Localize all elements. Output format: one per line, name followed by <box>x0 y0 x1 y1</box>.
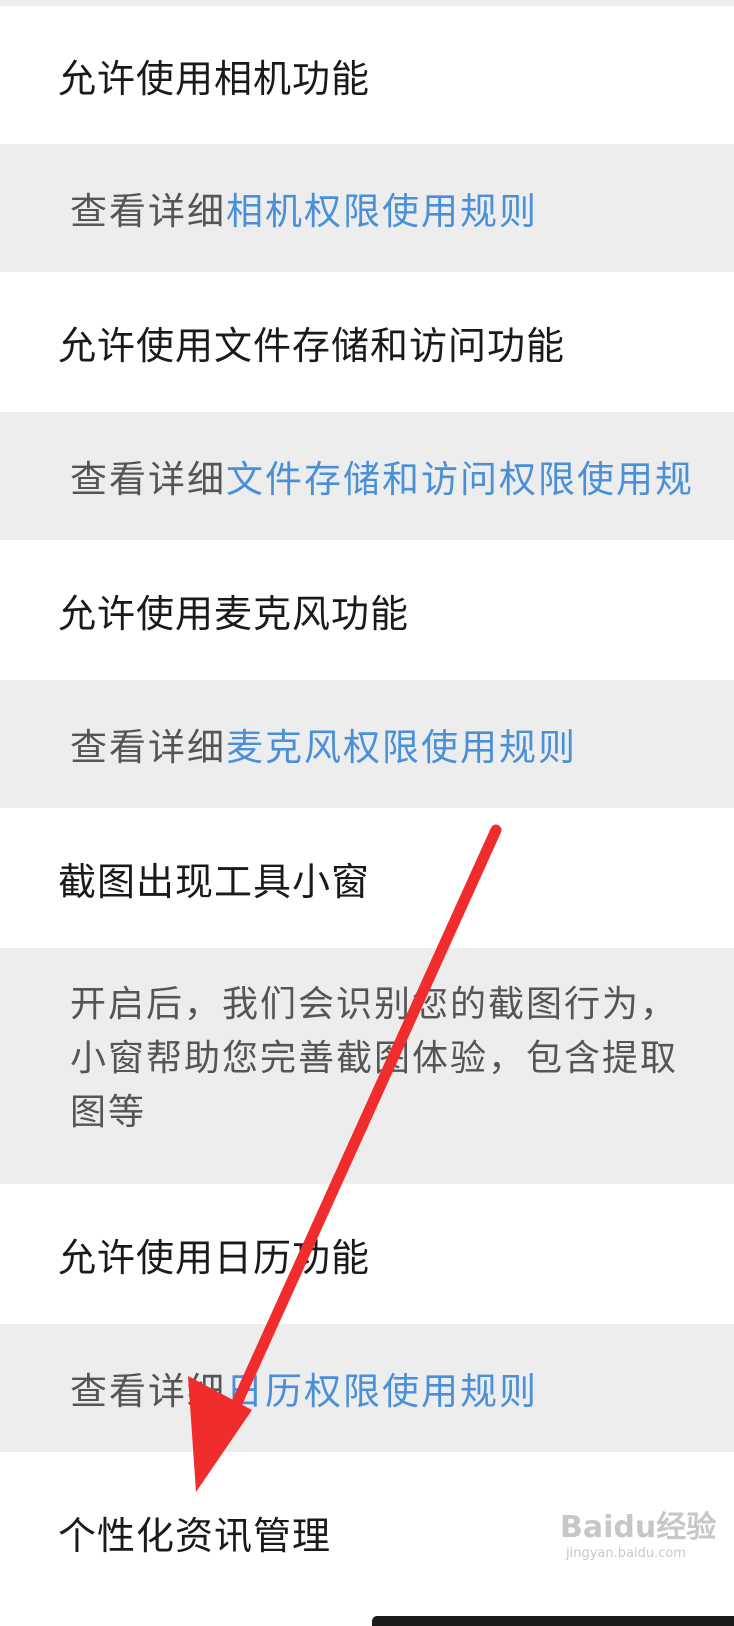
description-prefix: 查看详细 <box>70 1370 226 1413</box>
setting-title: 允许使用麦克风功能 <box>58 591 410 636</box>
setting-row-microphone[interactable]: 允许使用麦克风功能 <box>0 540 734 680</box>
setting-description-screenshot-toolbar: 开启后，我们会识别您的截图行为， 小窗帮助您完善截图体验，包含提取 图等 <box>0 948 734 1184</box>
setting-title: 允许使用相机功能 <box>58 56 371 101</box>
setting-description-camera: 查看详细相机权限使用规则 <box>0 144 734 272</box>
watermark-logo: Baidu经验 <box>560 1510 717 1545</box>
setting-title: 截图出现工具小窗 <box>58 859 371 904</box>
setting-description-microphone: 查看详细麦克风权限使用规则 <box>0 680 734 808</box>
rules-link[interactable]: 麦克风权限使用规则 <box>226 726 577 769</box>
setting-row-file-storage[interactable]: 允许使用文件存储和访问功能 <box>0 272 734 412</box>
setting-row-camera[interactable]: 允许使用相机功能 <box>0 6 734 144</box>
description-text: 查看详细日历权限使用规则 <box>70 1361 538 1415</box>
setting-title: 允许使用日历功能 <box>58 1235 371 1280</box>
description-prefix: 查看详细 <box>70 458 226 501</box>
description-line: 开启后，我们会识别您的截图行为， <box>70 984 679 1025</box>
watermark-url: jingyan.baidu.com <box>566 1546 686 1561</box>
description-prefix: 查看详细 <box>70 726 226 769</box>
setting-title: 个性化资讯管理 <box>58 1513 332 1558</box>
setting-title: 允许使用文件存储和访问功能 <box>58 323 566 368</box>
setting-description-file-storage: 查看详细文件存储和访问权限使用规 <box>0 412 734 540</box>
rules-link[interactable]: 文件存储和访问权限使用规 <box>226 458 694 501</box>
setting-row-calendar[interactable]: 允许使用日历功能 <box>0 1184 734 1324</box>
description-text: 查看详细麦克风权限使用规则 <box>70 717 577 771</box>
setting-description-calendar: 查看详细日历权限使用规则 <box>0 1324 734 1452</box>
rules-link[interactable]: 相机权限使用规则 <box>226 190 538 233</box>
description-paragraph: 开启后，我们会识别您的截图行为， 小窗帮助您完善截图体验，包含提取 图等 <box>70 948 734 1140</box>
description-prefix: 查看详细 <box>70 190 226 233</box>
setting-row-screenshot-toolbar[interactable]: 截图出现工具小窗 <box>0 808 734 948</box>
description-text: 查看详细相机权限使用规则 <box>70 181 538 235</box>
rules-link[interactable]: 日历权限使用规则 <box>226 1370 538 1413</box>
description-line: 小窗帮助您完善截图体验，包含提取 <box>70 1038 679 1079</box>
home-indicator[interactable] <box>372 1616 734 1626</box>
baidu-watermark: Baidu经验 jingyan.baidu.com <box>560 1502 730 1562</box>
description-line: 图等 <box>70 1092 147 1133</box>
description-text: 查看详细文件存储和访问权限使用规 <box>70 449 694 503</box>
